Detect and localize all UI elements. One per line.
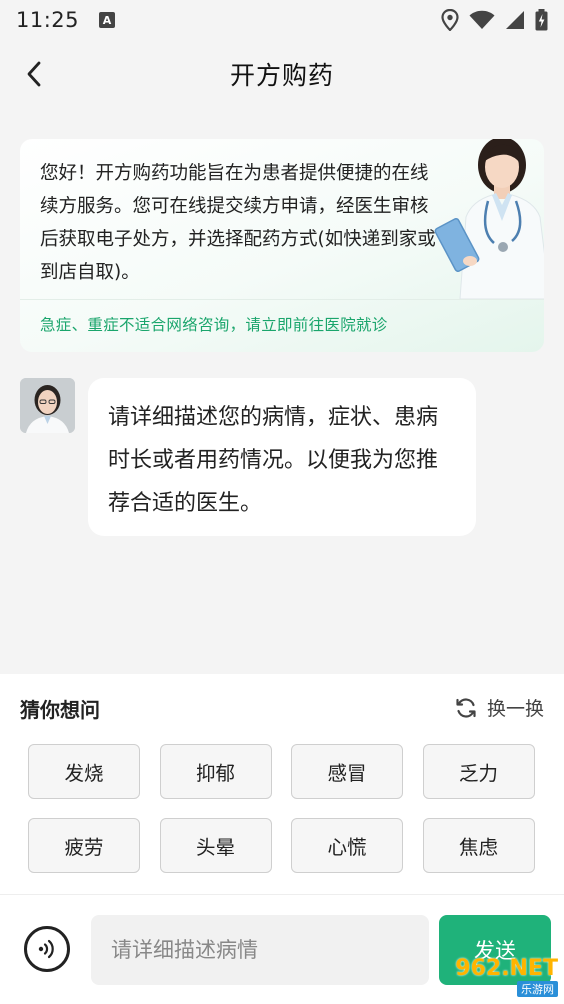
suggestion-chip[interactable]: 头晕 bbox=[159, 818, 272, 873]
suggestions-panel: 猜你想问 换一换 发烧 抑郁 感冒 乏力 疲劳 头晕 心慌 焦虑 bbox=[0, 674, 564, 894]
suggestion-chip[interactable]: 感冒 bbox=[291, 744, 403, 799]
doctor-illustration bbox=[434, 139, 544, 299]
header: 开方购药 bbox=[0, 40, 564, 108]
refresh-label: 换一换 bbox=[486, 698, 544, 720]
signal-icon bbox=[506, 11, 524, 29]
intro-text: 您好！开方购药功能旨在为患者提供便捷的在线续方服务。您可在线提交续方申请，经医生… bbox=[40, 163, 436, 283]
suggestion-chip[interactable]: 抑郁 bbox=[159, 744, 272, 799]
suggestion-chip[interactable]: 乏力 bbox=[422, 744, 535, 799]
page-title: 开方购药 bbox=[229, 61, 334, 90]
doctor-avatar bbox=[20, 378, 75, 433]
suggestions-title: 猜你想问 bbox=[20, 698, 100, 722]
suggestion-chips: 发烧 抑郁 感冒 乏力 疲劳 头晕 心慌 焦虑 bbox=[28, 744, 538, 873]
suggestion-chip[interactable]: 焦虑 bbox=[422, 818, 535, 873]
status-icons bbox=[441, 9, 548, 31]
suggestion-chip[interactable]: 心慌 bbox=[291, 818, 403, 873]
message-input[interactable] bbox=[91, 915, 429, 985]
a-icon: A bbox=[99, 12, 116, 28]
intro-card: 您好！开方购药功能旨在为患者提供便捷的在线续方服务。您可在线提交续方申请，经医生… bbox=[20, 139, 544, 352]
intro-divider bbox=[20, 299, 544, 300]
send-button[interactable]: 发送 bbox=[439, 915, 551, 985]
suggestion-chip[interactable]: 疲劳 bbox=[28, 818, 140, 873]
status-time: 11:25 bbox=[16, 8, 80, 32]
warning-text: 急症、重症不适合网络咨询，请立即前往医院就诊 bbox=[40, 316, 388, 334]
chevron-left-icon bbox=[27, 61, 41, 87]
voice-button[interactable] bbox=[24, 926, 70, 972]
suggestion-chip[interactable]: 发烧 bbox=[28, 744, 140, 799]
location-icon bbox=[441, 9, 459, 31]
voice-icon bbox=[38, 939, 54, 959]
avatar-image bbox=[20, 378, 75, 433]
refresh-button[interactable]: 换一换 bbox=[455, 694, 544, 721]
wifi-icon bbox=[469, 10, 495, 30]
input-bar: 发送 bbox=[0, 894, 564, 1004]
back-button[interactable] bbox=[18, 58, 50, 90]
chat-bubble: 请详细描述您的病情，症状、患病时长或者用药情况。以便我为您推荐合适的医生。 bbox=[88, 378, 476, 536]
status-bar: 11:25 A bbox=[0, 0, 564, 40]
battery-icon bbox=[535, 9, 548, 31]
refresh-icon bbox=[456, 697, 476, 718]
